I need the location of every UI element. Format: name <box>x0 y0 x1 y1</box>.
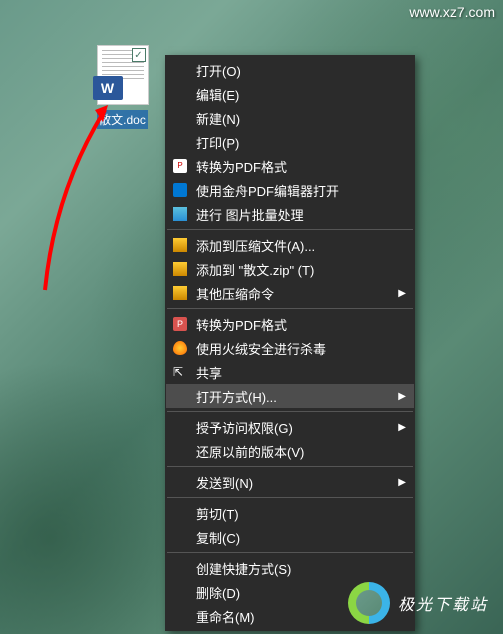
menu-send-to-label: 发送到(N) <box>196 473 253 492</box>
menu-edit-label: 编辑(E) <box>196 85 239 104</box>
menu-copy[interactable]: 复制(C) <box>166 525 414 549</box>
menu-send-to[interactable]: 发送到(N) ▶ <box>166 470 414 494</box>
separator <box>167 308 413 309</box>
separator <box>167 466 413 467</box>
menu-add-archive-label: 添加到压缩文件(A)... <box>196 236 315 255</box>
separator <box>167 497 413 498</box>
menu-huorong-label: 使用火绒安全进行杀毒 <box>196 339 326 358</box>
menu-to-pdf2[interactable]: P 转换为PDF格式 <box>166 312 414 336</box>
menu-print-label: 打印(P) <box>196 133 239 152</box>
watermark-text: www.xz7.com <box>409 4 495 20</box>
menu-delete-label: 删除(D) <box>196 583 240 602</box>
separator <box>167 552 413 553</box>
share-icon: ⇱ <box>172 364 188 380</box>
jinshan-icon <box>172 182 188 198</box>
menu-batch-image-label: 进行 图片批量处理 <box>196 205 304 224</box>
archive-icon <box>172 237 188 253</box>
separator <box>167 411 413 412</box>
annotation-arrow-1 <box>30 90 140 300</box>
menu-to-pdf-label: 转换为PDF格式 <box>196 157 287 176</box>
submenu-arrow-icon: ▶ <box>398 288 406 299</box>
menu-restore-prev[interactable]: 还原以前的版本(V) <box>166 439 414 463</box>
menu-add-archive[interactable]: 添加到压缩文件(A)... <box>166 233 414 257</box>
menu-create-shortcut[interactable]: 创建快捷方式(S) <box>166 556 414 580</box>
menu-other-zip-label: 其他压缩命令 <box>196 284 274 303</box>
site-logo: 极光下载站 <box>348 582 488 624</box>
separator <box>167 229 413 230</box>
menu-new-label: 新建(N) <box>196 109 240 128</box>
menu-batch-image[interactable]: 进行 图片批量处理 <box>166 202 414 226</box>
desktop-background: www.xz7.com ✓ W 散文.doc 打开(O) 编辑(E) 新建(N)… <box>0 0 503 634</box>
menu-jinshan-pdf-label: 使用金舟PDF编辑器打开 <box>196 181 339 200</box>
menu-other-zip[interactable]: 其他压缩命令 ▶ <box>166 281 414 305</box>
shield-icon <box>172 340 188 356</box>
menu-open[interactable]: 打开(O) <box>166 58 414 82</box>
submenu-arrow-icon: ▶ <box>398 422 406 433</box>
menu-add-zip-label: 添加到 "散文.zip" (T) <box>196 260 314 279</box>
menu-cut[interactable]: 剪切(T) <box>166 501 414 525</box>
menu-to-pdf2-label: 转换为PDF格式 <box>196 315 287 334</box>
submenu-arrow-icon: ▶ <box>398 391 406 402</box>
menu-jinshan-pdf[interactable]: 使用金舟PDF编辑器打开 <box>166 178 414 202</box>
menu-share[interactable]: ⇱ 共享 <box>166 360 414 384</box>
menu-new[interactable]: 新建(N) <box>166 106 414 130</box>
menu-share-label: 共享 <box>196 363 222 382</box>
logo-text: 极光下载站 <box>398 591 488 615</box>
selection-check-icon: ✓ <box>132 48 146 62</box>
batch-image-icon <box>172 206 188 222</box>
menu-create-shortcut-label: 创建快捷方式(S) <box>196 559 291 578</box>
zip-other-icon <box>172 285 188 301</box>
pdf-red-icon: P <box>172 316 188 332</box>
menu-grant-access[interactable]: 授予访问权限(G) ▶ <box>166 415 414 439</box>
menu-print[interactable]: 打印(P) <box>166 130 414 154</box>
menu-restore-prev-label: 还原以前的版本(V) <box>196 442 304 461</box>
menu-copy-label: 复制(C) <box>196 528 240 547</box>
menu-huorong[interactable]: 使用火绒安全进行杀毒 <box>166 336 414 360</box>
menu-add-zip[interactable]: 添加到 "散文.zip" (T) <box>166 257 414 281</box>
menu-open-label: 打开(O) <box>196 61 241 80</box>
menu-edit[interactable]: 编辑(E) <box>166 82 414 106</box>
context-menu: 打开(O) 编辑(E) 新建(N) 打印(P) P 转换为PDF格式 使用金舟PD… <box>165 55 415 631</box>
menu-open-with[interactable]: 打开方式(H)... ▶ <box>166 384 414 408</box>
logo-swirl-icon <box>348 582 390 624</box>
zip-icon <box>172 261 188 277</box>
menu-open-with-label: 打开方式(H)... <box>196 387 277 406</box>
menu-to-pdf[interactable]: P 转换为PDF格式 <box>166 154 414 178</box>
menu-grant-access-label: 授予访问权限(G) <box>196 418 293 437</box>
menu-cut-label: 剪切(T) <box>196 504 239 523</box>
pdf-icon: P <box>172 158 188 174</box>
menu-rename-label: 重命名(M) <box>196 607 255 626</box>
submenu-arrow-icon: ▶ <box>398 477 406 488</box>
